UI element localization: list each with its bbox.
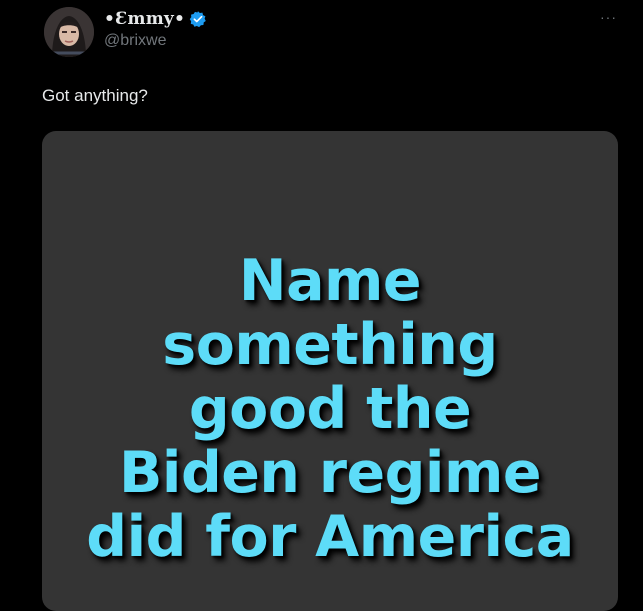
- tweet: •Ɛmmy• @brixwe ··· Got anything? Name so…: [0, 0, 643, 611]
- media-caption-line: Name: [238, 248, 422, 314]
- tweet-media-image[interactable]: Name something good the Biden regime did…: [42, 131, 618, 611]
- avatar[interactable]: [44, 7, 94, 57]
- author-handle[interactable]: @brixwe: [104, 32, 166, 50]
- display-name[interactable]: •Ɛmmy•: [104, 9, 185, 29]
- media-caption-line: good the: [188, 376, 472, 442]
- media-caption: Name something good the Biden regime did…: [42, 249, 618, 569]
- author-name-row[interactable]: •Ɛmmy•: [104, 8, 207, 30]
- verified-badge-icon[interactable]: [189, 10, 207, 28]
- avatar-photo-icon: [44, 7, 94, 57]
- media-caption-line: Biden regime: [118, 440, 542, 506]
- tweet-text: Got anything?: [42, 86, 148, 105]
- media-caption-line: something: [162, 312, 498, 378]
- media-caption-line: did for America: [86, 504, 574, 570]
- more-options-icon[interactable]: ···: [600, 10, 617, 24]
